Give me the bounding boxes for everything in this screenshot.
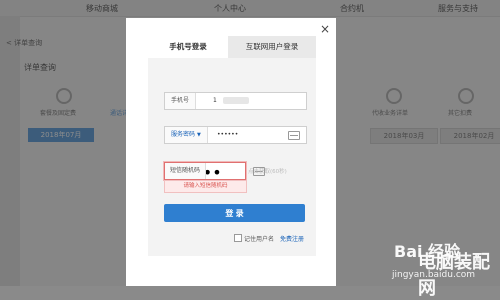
keyboard-icon[interactable] [288, 131, 300, 140]
captcha-field-label: 短信随机码 [165, 163, 207, 179]
password-type-label: 服务密码 [171, 131, 196, 138]
login-modal: × 手机号登录 互联网用户登录 手机号 1 服务密码 ▼ •••••• 短信随机码… [126, 18, 336, 286]
remember-checkbox[interactable] [234, 234, 242, 242]
captcha-field[interactable]: 短信随机码 •••••• [164, 162, 265, 182]
password-field[interactable]: 服务密码 ▼ •••••• [164, 126, 307, 144]
register-link[interactable]: 免费注册 [280, 234, 304, 243]
phone-field-value[interactable]: 1 [213, 93, 217, 109]
login-button[interactable]: 登 录 [164, 204, 305, 222]
redaction-blur [223, 97, 249, 104]
chevron-down-icon: ▼ [197, 132, 201, 138]
tab-internet-login[interactable]: 互联网用户登录 [228, 36, 316, 58]
remember-username[interactable]: 记住用户名 [234, 234, 274, 243]
login-panel: 手机号登录 互联网用户登录 手机号 1 服务密码▼ •••••• 短信随机码 •… [148, 36, 316, 256]
close-icon[interactable]: × [320, 22, 330, 36]
phone-field[interactable]: 手机号 1 [164, 92, 307, 110]
password-type-select[interactable]: 服务密码 ▼ [165, 127, 208, 143]
get-code-button[interactable]: 点击获取(60秒) [248, 167, 287, 175]
login-tabs: 手机号登录 互联网用户登录 [148, 36, 316, 58]
error-message: 请输入短信随机码 [164, 180, 247, 193]
phone-field-label: 手机号 [165, 93, 197, 109]
watermark-site: 电脑装配网 [418, 252, 490, 299]
password-value[interactable]: •••••• [217, 127, 238, 143]
tab-phone-login[interactable]: 手机号登录 [148, 36, 228, 58]
remember-label: 记住用户名 [244, 236, 275, 243]
